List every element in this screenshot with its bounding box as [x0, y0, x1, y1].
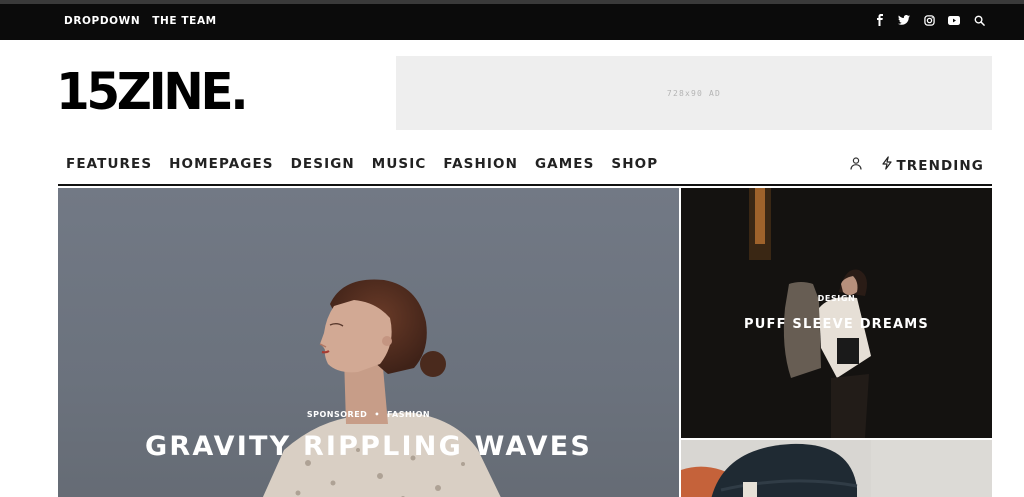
- site-logo[interactable]: 15ZINE.: [56, 64, 249, 122]
- twitter-icon[interactable]: [897, 13, 911, 27]
- social-icons: [872, 13, 986, 27]
- side-article-2-image: [681, 440, 992, 497]
- side-article-1-category[interactable]: DESIGN: [681, 294, 992, 303]
- top-link-dropdown[interactable]: DROPDOWN: [64, 15, 140, 27]
- side-article-2[interactable]: [681, 440, 992, 497]
- side-article-1-title[interactable]: PUFF SLEEVE DREAMS: [681, 317, 992, 332]
- nav-item-fashion[interactable]: FASHION: [443, 156, 518, 172]
- ad-label: 728x90 AD: [666, 88, 722, 98]
- nav-item-music[interactable]: MUSIC: [372, 156, 427, 172]
- ad-banner[interactable]: 728x90 AD: [396, 56, 992, 130]
- nav-item-homepages[interactable]: HOMEPAGES: [169, 156, 273, 172]
- nav-item-design[interactable]: DESIGN: [291, 156, 355, 172]
- hero-meta: SPONSORED • FASHION: [58, 410, 679, 419]
- hero-tag-sponsored[interactable]: SPONSORED: [307, 410, 367, 419]
- lightning-icon: [881, 156, 893, 175]
- nav-item-features[interactable]: FEATURES: [66, 156, 152, 172]
- hero-tag-category[interactable]: FASHION: [387, 410, 430, 419]
- hero-title[interactable]: GRAVITY RIPPLING WAVES: [58, 431, 679, 462]
- meta-separator: •: [374, 410, 380, 419]
- nav-item-games[interactable]: GAMES: [535, 156, 594, 172]
- top-links: DROPDOWN THE TEAM: [64, 15, 217, 27]
- user-icon[interactable]: [850, 157, 862, 175]
- top-link-the-team[interactable]: THE TEAM: [152, 15, 217, 27]
- nav-item-shop[interactable]: SHOP: [611, 156, 658, 172]
- nav-menu: FEATURES HOMEPAGES DESIGN MUSIC FASHION …: [66, 156, 658, 172]
- top-bar: DROPDOWN THE TEAM: [0, 0, 1024, 40]
- search-icon[interactable]: [972, 13, 986, 27]
- page: DROPDOWN THE TEAM 15ZINE. 728x90 AD FEAT…: [0, 0, 1024, 497]
- hero-article[interactable]: SPONSORED • FASHION GRAVITY RIPPLING WAVES: [58, 188, 679, 497]
- youtube-icon[interactable]: [947, 13, 961, 27]
- side-article-1-image: [749, 188, 871, 438]
- trending-label: TRENDING: [896, 157, 984, 174]
- instagram-icon[interactable]: [922, 13, 936, 27]
- trending-link[interactable]: TRENDING: [881, 156, 984, 175]
- facebook-icon[interactable]: [872, 13, 886, 27]
- side-article-1[interactable]: DESIGN PUFF SLEEVE DREAMS: [681, 188, 992, 438]
- main-nav: FEATURES HOMEPAGES DESIGN MUSIC FASHION …: [58, 146, 992, 186]
